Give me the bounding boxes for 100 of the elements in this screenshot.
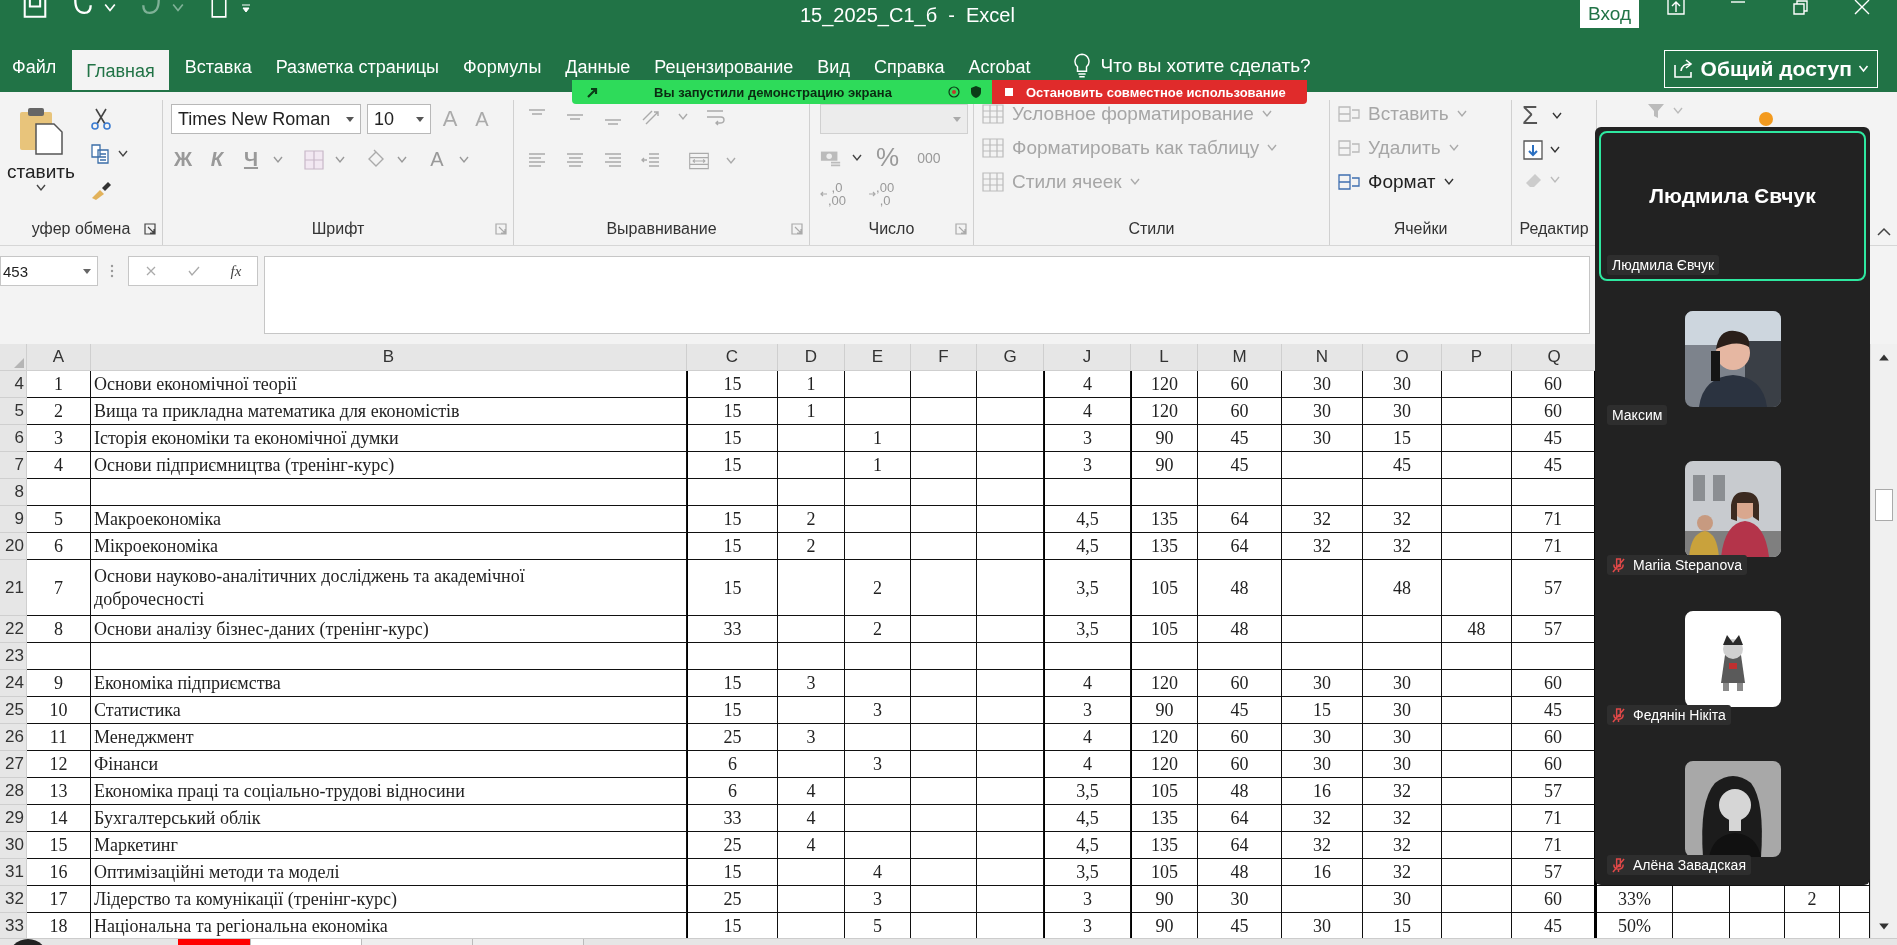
ribbon-tab[interactable]: Разметка страницы [263,52,451,82]
column-header[interactable]: Q [1512,344,1597,371]
table-icon [982,104,1004,124]
name-box[interactable]: 453 [0,256,98,286]
ribbon-tab[interactable]: Данные [553,52,643,82]
status-dot-icon [1759,112,1773,126]
save-icon[interactable] [22,0,48,18]
row-header[interactable]: 25 [0,697,27,724]
row-header[interactable]: 24 [0,670,27,697]
insert-function-button[interactable]: fx [230,262,242,280]
collapse-ribbon-icon[interactable] [1877,227,1891,237]
table-cell: 3 [1044,697,1131,724]
row-header[interactable]: 29 [0,805,27,832]
row-header[interactable]: 28 [0,778,27,805]
paste-button[interactable]: ставить [0,100,82,213]
table-cell: 5 [27,506,91,533]
table-cell: 11 [27,724,91,751]
row-header[interactable]: 20 [0,533,27,560]
column-header[interactable]: B [91,344,687,371]
row-header[interactable]: 9 [0,506,27,533]
row-header[interactable]: 5 [0,398,27,425]
cancel-icon[interactable] [144,265,157,277]
column-header[interactable]: D [778,344,845,371]
column-header[interactable]: L [1131,344,1198,371]
formula-field[interactable] [264,256,1590,334]
ribbon-tab[interactable]: Справка [861,52,957,82]
dialog-launcher-icon[interactable] [144,223,156,235]
column-header[interactable]: F [911,344,977,371]
table-cell: 64 [1198,832,1282,859]
vertical-scrollbar[interactable] [1870,344,1897,938]
ribbon-tab[interactable]: Формулы [451,52,554,82]
sign-in-button[interactable]: Вход [1580,0,1639,28]
ribbon-tab[interactable]: Вид [805,52,862,82]
column-header[interactable]: E [845,344,911,371]
group-label: Выравнивание [606,220,717,238]
number-format-field[interactable] [820,104,968,134]
copy-icon[interactable] [90,143,112,165]
font-name-field[interactable]: Times New Roman [171,104,361,134]
table-cell: 4 [845,859,911,886]
font-size-field[interactable]: 10 [367,104,431,134]
participant-tile[interactable]: Алёна Завадская [1599,731,1866,881]
search-prompt[interactable]: Что вы хотите сделать? [1100,52,1311,80]
column-header[interactable]: C [687,344,778,371]
row-header[interactable]: 7 [0,452,27,479]
table-cell: Оптимізаційні методи та моделі [91,859,687,886]
column-header[interactable]: N [1282,344,1363,371]
share-button[interactable]: Общий доступ [1663,50,1878,88]
ribbon-tab[interactable]: Файл [0,52,69,82]
table-cell: 16 [1282,859,1363,886]
ribbon-tab[interactable]: Acrobat [956,52,1043,82]
row-header[interactable]: 6 [0,425,27,452]
row-header[interactable]: 30 [0,832,27,859]
row-header[interactable]: 26 [0,724,27,751]
merge-cells-icon[interactable] [688,150,710,172]
caret-icon[interactable] [1552,111,1562,120]
scroll-thumb[interactable] [1875,489,1893,521]
fill-down-icon[interactable] [1522,139,1544,161]
row-header[interactable]: 22 [0,616,27,643]
table-cell: Лідерство та комунікації (тренінг-курс) [91,886,687,913]
caret-icon[interactable] [1550,146,1560,154]
scroll-down-icon[interactable] [1878,922,1890,932]
row-header[interactable]: 27 [0,751,27,778]
row-header[interactable]: 31 [0,859,27,886]
column-header[interactable]: A [27,344,91,371]
scroll-up-icon[interactable] [1878,352,1890,362]
participant-tile[interactable]: Людмила Євчук Людмила Євчук [1599,131,1866,281]
ribbon-tab[interactable]: Рецензирование [642,52,806,82]
ribbon-tab[interactable]: Главная [72,48,169,90]
grip-icon[interactable] [110,263,114,279]
table-cell: 3 [845,886,911,913]
column-header[interactable]: P [1442,344,1512,371]
row-header[interactable]: 33 [0,913,27,938]
table-cell: 105 [1131,778,1198,805]
participant-tile[interactable]: Mariia Stepanova [1599,431,1866,581]
row-header[interactable]: 4 [0,371,27,398]
caret-icon[interactable] [118,150,128,158]
caret-icon[interactable] [852,153,862,162]
row-header[interactable]: 32 [0,886,27,913]
ribbon-tab[interactable]: Вставка [172,52,264,82]
scissors-icon[interactable] [90,108,112,130]
ribbon-display-icon[interactable] [1665,0,1687,16]
column-header[interactable]: O [1363,344,1442,371]
cells-menu-item[interactable]: Формат [1338,168,1503,196]
table-cell: 15 [687,371,778,398]
row-header[interactable]: 8 [0,479,27,506]
customize-icon[interactable] [240,3,252,13]
borders-icon[interactable] [303,148,325,171]
column-header[interactable]: G [977,344,1044,371]
column-header[interactable]: M [1198,344,1282,371]
table-cell: 30 [1282,724,1363,751]
table-cell: 15 [687,398,778,425]
autosum-button[interactable]: Σ [1522,100,1546,131]
stop-sharing-button[interactable]: Остановить совместное использование [992,80,1307,104]
checkmark-icon[interactable] [187,265,200,277]
column-header[interactable]: J [1044,344,1131,371]
row-header[interactable]: 21 [0,560,27,616]
select-all-icon[interactable] [14,358,24,368]
participant-tile[interactable]: Максим [1599,281,1866,431]
row-header[interactable]: 23 [0,643,27,670]
participant-tile[interactable]: Федянін Нікіта [1599,581,1866,731]
